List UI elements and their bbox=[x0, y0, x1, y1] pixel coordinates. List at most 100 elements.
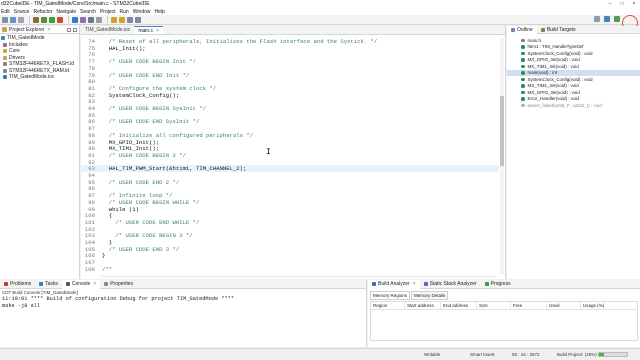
save-icon[interactable] bbox=[10, 16, 16, 23]
tab-tim-gatedmode-ioc[interactable]: TIM_GatedMode.ioc bbox=[81, 26, 134, 34]
build-hammer-icon[interactable] bbox=[33, 16, 39, 23]
function-icon bbox=[521, 64, 525, 68]
tab-outline[interactable]: Outline bbox=[507, 25, 537, 34]
column-header-used[interactable]: Used bbox=[547, 302, 581, 309]
view-menu-icon[interactable] bbox=[73, 27, 77, 32]
debug-perspective-icon[interactable] bbox=[614, 16, 620, 22]
close-icon[interactable]: × bbox=[413, 281, 416, 287]
scrollbar-thumb[interactable] bbox=[500, 96, 504, 166]
tree-item-label: STM32F446RETX_RAM.ld bbox=[9, 67, 70, 74]
tree-item[interactable]: STM32F446RETX_RAM.ld bbox=[0, 68, 79, 75]
tab-build-targets[interactable]: Build Targets bbox=[537, 26, 580, 34]
project-explorer-header: Project Explorer × bbox=[0, 26, 79, 34]
status-bar: Writable Smart Insert 93 : 44 : 2572 Bui… bbox=[0, 348, 640, 360]
close-icon[interactable]: × bbox=[156, 28, 159, 34]
search-icon[interactable] bbox=[96, 16, 102, 23]
linker-file-icon bbox=[3, 62, 7, 67]
project-explorer-tab[interactable]: Project Explorer bbox=[9, 27, 45, 33]
outline-item-label: MX_GPIO_Init(void) : void bbox=[527, 89, 580, 95]
column-header-start-address[interactable]: Start address bbox=[405, 302, 441, 309]
column-header-region[interactable]: Region bbox=[371, 302, 405, 309]
menu-search[interactable]: Search bbox=[80, 9, 96, 15]
project-icon bbox=[1, 36, 5, 41]
column-header-end-address[interactable]: End address bbox=[441, 302, 477, 309]
close-icon[interactable]: × bbox=[48, 27, 51, 33]
console-icon bbox=[65, 282, 70, 286]
outline-item-label: SystemClock_Config(void) : void bbox=[527, 50, 593, 56]
outline-item-label: SystemClock_Config(void) : void bbox=[527, 76, 593, 82]
tree-item-label: STM32F446RETX_FLASH.ld bbox=[9, 61, 75, 68]
menu-edit[interactable]: Edit bbox=[1, 9, 10, 15]
project-explorer: Project Explorer × TIM_GatedMode Includes… bbox=[0, 26, 80, 279]
menu-help[interactable]: Help bbox=[155, 9, 165, 15]
status-insert-mode: Smart Insert bbox=[470, 352, 495, 357]
status-writable: Writable bbox=[424, 352, 441, 357]
next-annotation-icon[interactable] bbox=[111, 16, 117, 23]
device-config-icon[interactable] bbox=[80, 16, 86, 23]
table-header: Region Start address End address Size Fr… bbox=[371, 302, 637, 310]
code-area[interactable]: 74 /* Reset of all peripherals, Initiali… bbox=[81, 38, 506, 279]
tab-static-stack-analyzer[interactable]: Static Stack Analyzer bbox=[420, 280, 481, 289]
tab-progress[interactable]: Progress bbox=[481, 280, 515, 289]
open-perspective-icon[interactable] bbox=[594, 16, 600, 22]
tab-label: main.c bbox=[138, 27, 154, 34]
menu-project[interactable]: Project bbox=[100, 9, 116, 15]
tab-memory-details[interactable]: Memory Details bbox=[411, 291, 449, 300]
collapse-all-icon[interactable] bbox=[67, 27, 71, 32]
toolbar-separator bbox=[68, 16, 69, 23]
tab-build-analyzer[interactable]: Build Analyzer × bbox=[368, 279, 420, 289]
forward-icon[interactable] bbox=[135, 16, 141, 23]
column-header-size[interactable]: Size bbox=[477, 302, 511, 309]
editor-horizontal-scrollbar[interactable] bbox=[101, 275, 496, 278]
menu-run[interactable]: Run bbox=[120, 9, 129, 15]
tab-properties[interactable]: Properties bbox=[100, 280, 137, 289]
debug-icon[interactable] bbox=[41, 16, 47, 23]
open-type-icon[interactable] bbox=[88, 16, 94, 23]
build-analyzer-icon bbox=[372, 282, 376, 286]
tree-item[interactable]: TIM_GatedMode.ioc bbox=[0, 74, 79, 81]
close-window-button[interactable]: × bbox=[628, 0, 640, 8]
build-analyzer-view: Build Analyzer × Static Stack Analyzer P… bbox=[368, 279, 640, 347]
tree-item[interactable]: STM32F446RETX_FLASH.ld bbox=[0, 61, 79, 68]
new-file-icon[interactable] bbox=[2, 16, 8, 23]
line-number: 108 bbox=[84, 265, 95, 273]
cpp-perspective-icon[interactable] bbox=[604, 16, 610, 22]
code-editor: TIM_GatedMode.ioc main.c × 74 /* Reset o… bbox=[81, 26, 506, 279]
tab-main-c[interactable]: main.c × bbox=[134, 26, 163, 34]
tasks-icon bbox=[39, 282, 44, 286]
maximize-button[interactable]: □ bbox=[616, 0, 628, 8]
tab-problems[interactable]: Problems bbox=[0, 280, 35, 289]
close-icon[interactable]: × bbox=[93, 281, 96, 287]
outline-item-label: main(void) : int bbox=[527, 70, 558, 76]
menu-window[interactable]: Window bbox=[133, 9, 151, 15]
tab-memory-regions[interactable]: Memory Regions bbox=[370, 291, 411, 300]
tab-console[interactable]: Console × bbox=[61, 279, 101, 289]
column-header-usage[interactable]: Usage (%) bbox=[581, 302, 633, 309]
console-output[interactable]: 11:19:01 **** Build of configuration Deb… bbox=[0, 296, 366, 310]
previous-annotation-icon[interactable] bbox=[119, 16, 125, 23]
outline-item-label: MX_GPIO_Init(void) : void bbox=[527, 57, 580, 63]
console-view: Problems Tasks Console × Properties CDT … bbox=[0, 279, 367, 347]
code-line[interactable]: 108 /** bbox=[81, 266, 499, 273]
build-targets-icon bbox=[540, 27, 545, 32]
stop-icon[interactable] bbox=[57, 16, 63, 23]
save-all-icon[interactable] bbox=[18, 16, 24, 23]
tab-tasks[interactable]: Tasks bbox=[35, 280, 62, 289]
outline-item-label: main.h bbox=[527, 37, 542, 43]
external-tools-icon[interactable] bbox=[72, 16, 78, 23]
back-icon[interactable] bbox=[127, 16, 133, 23]
editor-vertical-scrollbar[interactable] bbox=[500, 38, 504, 274]
bottom-panels: Problems Tasks Console × Properties CDT … bbox=[0, 279, 640, 347]
menu-refactor[interactable]: Refactor bbox=[33, 9, 52, 15]
menu-navigate[interactable]: Navigate bbox=[56, 9, 76, 15]
outline-item[interactable]: assert_failed(uint8_t*, uint32_t) : void bbox=[507, 102, 640, 109]
run-icon[interactable] bbox=[49, 16, 55, 23]
build-progress-bar[interactable] bbox=[598, 352, 628, 357]
minimize-button[interactable]: – bbox=[604, 0, 616, 8]
window-controls: – □ × bbox=[604, 0, 640, 8]
outline-item-label: MX_TIM1_Init(void) : void bbox=[527, 83, 579, 89]
ioc-file-icon bbox=[3, 75, 7, 80]
column-header-free[interactable]: Free bbox=[511, 302, 547, 309]
main-toolbar bbox=[0, 15, 640, 31]
menu-source[interactable]: Source bbox=[14, 9, 30, 15]
